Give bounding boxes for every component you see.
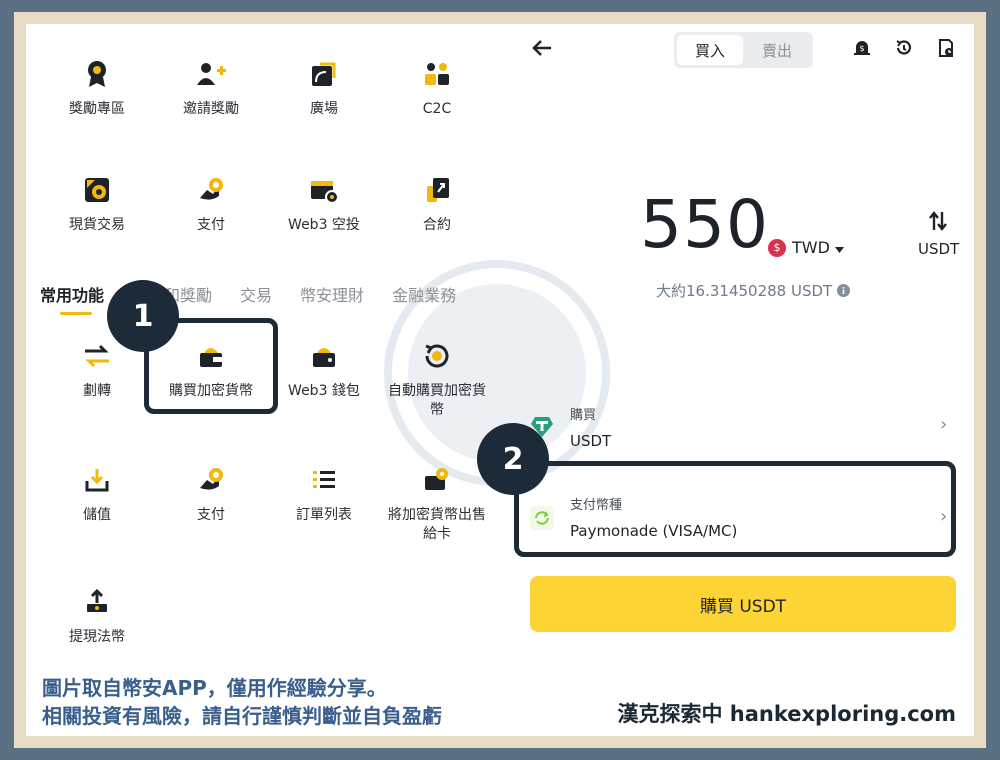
grid-item-c2c[interactable]: C2C — [382, 54, 492, 119]
order-history-icon[interactable] — [936, 38, 958, 60]
withdraw-fiat-icon — [77, 582, 117, 622]
deposit-icon — [77, 460, 117, 500]
svg-text:$: $ — [859, 44, 864, 53]
c2c-users-icon — [417, 54, 457, 94]
chevron-right-icon: › — [940, 414, 948, 435]
grid-item-pay[interactable]: 支付 — [156, 170, 266, 235]
back-arrow-icon[interactable] — [531, 38, 553, 63]
amount-value[interactable]: 550 — [640, 186, 769, 263]
common-item-withdraw-fiat[interactable]: 提現法幣 — [42, 582, 152, 647]
buy-asset-row[interactable]: 購買 USDT › — [530, 400, 956, 456]
screenshot-panel: 獎勵專區 邀請獎勵 廣場 C2C 現貨交易 支付 Web3 空投 合約 常用功能… — [26, 24, 974, 660]
grid-item-spot[interactable]: 現貨交易 — [42, 170, 152, 235]
sell-to-card-icon — [417, 460, 457, 500]
grid-item-rewards[interactable]: 獎勵專區 — [42, 54, 152, 119]
common-label: 儲值 — [83, 507, 111, 523]
grid-item-invite[interactable]: 邀請獎勵 — [156, 54, 266, 119]
grid-label: 邀請獎勵 — [183, 101, 239, 117]
grid-label: 獎勵專區 — [69, 101, 125, 117]
common-label: 支付 — [197, 507, 225, 523]
approx-amount: 大約16.31450288 USDT — [656, 280, 850, 301]
grid-label: 支付 — [197, 217, 225, 233]
grid-label: Web3 空投 — [288, 217, 360, 233]
transfer-icon — [77, 336, 117, 376]
footer-caption: 圖片取自幣安APP，僅用作經驗分享。 相關投資有風險，請自行謹慎判斷並自負盈虧 … — [26, 660, 974, 736]
common-item-order-list[interactable]: 訂單列表 — [269, 460, 379, 525]
swap-arrows-icon — [918, 210, 958, 236]
invite-user-icon — [191, 54, 231, 94]
currency-swap-button[interactable]: USDT — [918, 210, 960, 258]
pay-icon — [191, 170, 231, 210]
brand-signature: 漢克探索中 hankexploring.com — [617, 702, 956, 726]
grid-label: 現貨交易 — [69, 217, 125, 233]
grid-label: 合約 — [423, 217, 451, 233]
tab-common[interactable]: 常用功能 — [40, 282, 104, 316]
tab-earn[interactable]: 幣安理財 — [300, 282, 364, 316]
fiat-code: TWD — [792, 238, 830, 257]
square-feed-icon — [304, 54, 344, 94]
common-item-deposit[interactable]: 儲值 — [42, 460, 152, 525]
notification-dollar-icon[interactable]: $ — [852, 38, 874, 60]
step-badge-2: 2 — [477, 423, 549, 495]
chevron-down-icon — [834, 238, 844, 257]
common-item-auto-buy[interactable]: 自動購買加密貨幣 — [382, 336, 492, 420]
common-label: 劃轉 — [83, 383, 111, 399]
tab-trade[interactable]: 交易 — [240, 282, 272, 316]
common-label: 提現法幣 — [69, 629, 125, 645]
common-label: Web3 錢包 — [288, 383, 360, 399]
common-label: 自動購買加密貨幣 — [388, 383, 486, 418]
buy-sell-toggle: 買入 賣出 — [674, 32, 813, 68]
common-item-sell-to-card[interactable]: 將加密貨幣出售給卡 — [382, 460, 492, 544]
info-icon[interactable] — [836, 283, 850, 301]
history-icon[interactable] — [894, 38, 916, 60]
disclaimer-line-2: 相關投資有風險，請自行謹慎判斷並自負盈虧 — [42, 704, 442, 728]
common-label: 將加密貨幣出售給卡 — [388, 507, 486, 542]
grid-item-square[interactable]: 廣場 — [269, 54, 379, 119]
airdrop-calendar-icon — [304, 170, 344, 210]
spot-trade-icon — [77, 170, 117, 210]
grid-item-airdrop[interactable]: Web3 空投 — [269, 170, 379, 235]
tab-finance[interactable]: 金融業務 — [392, 282, 456, 316]
common-item-pay[interactable]: 支付 — [156, 460, 266, 525]
grid-item-futures[interactable]: 合約 — [382, 170, 492, 235]
buy-row-label: 購買 — [570, 408, 597, 423]
buy-usdt-button[interactable]: 購買 USDT — [530, 576, 956, 632]
step-badge-1: 1 — [107, 280, 179, 352]
toggle-sell[interactable]: 賣出 — [744, 35, 810, 65]
common-item-web3-wallet[interactable]: Web3 錢包 — [269, 336, 379, 401]
approx-text: 大約16.31450288 USDT — [656, 282, 833, 300]
auto-buy-icon — [417, 336, 457, 376]
grid-label: 廣場 — [310, 101, 338, 117]
disclaimer-line-1: 圖片取自幣安APP，僅用作經驗分享。 — [42, 676, 387, 700]
buy-row-value: USDT — [570, 432, 612, 450]
grid-label: C2C — [422, 101, 452, 117]
toggle-buy[interactable]: 買入 — [677, 35, 743, 65]
highlight-payment-method — [514, 461, 956, 557]
fiat-flag-icon: $ — [768, 238, 786, 257]
web3-wallet-icon — [304, 336, 344, 376]
order-list-icon — [304, 460, 344, 500]
badge-award-icon — [77, 54, 117, 94]
pay-icon — [191, 460, 231, 500]
swap-currency-label: USDT — [918, 240, 960, 258]
fiat-selector[interactable]: $ TWD — [768, 238, 844, 257]
common-label: 訂單列表 — [296, 507, 352, 523]
futures-icon — [417, 170, 457, 210]
